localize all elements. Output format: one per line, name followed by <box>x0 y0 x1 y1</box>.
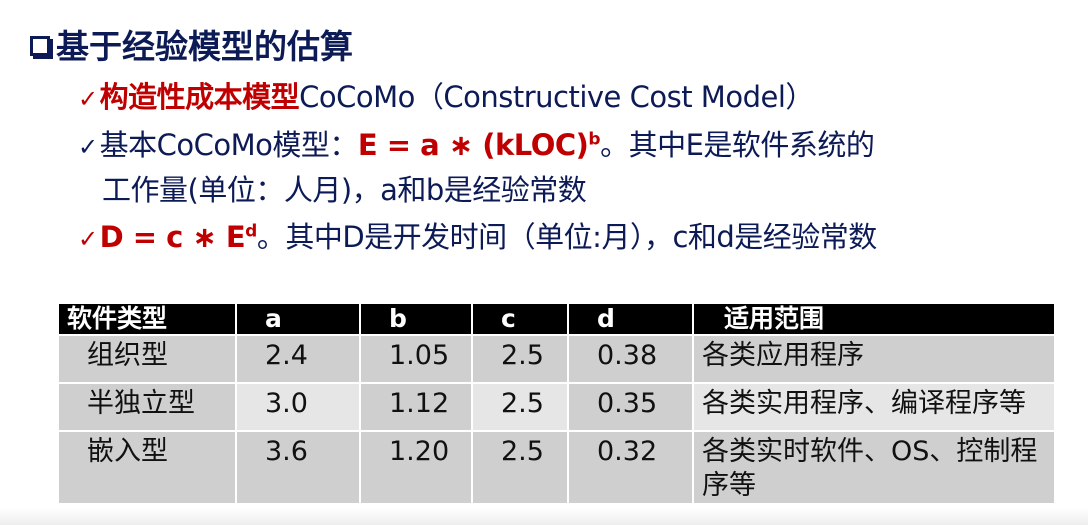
bullet-text: 。其中D是开发时间（单位:月），c和d是经验常数 <box>256 220 877 254</box>
cell: 1.12 <box>359 382 473 432</box>
bullet-2-continued: 工作量(单位：人月)，a和b是经验常数 <box>102 173 587 207</box>
cell: 2.4 <box>235 334 361 384</box>
cell: 1.20 <box>359 430 473 505</box>
table-row: 半独立型 3.0 1.12 2.5 0.35 各类实用程序、编译程序等 <box>57 382 1056 432</box>
formula: D = c ∗ E <box>99 220 246 254</box>
title-text: 基于经验模型的估算 <box>56 27 353 66</box>
formula: E = a ∗ (kLOC) <box>357 128 589 162</box>
header-cell: d <box>567 302 694 336</box>
bullet-text: 基本CoCoMo模型： <box>99 128 359 162</box>
header-cell: c <box>471 302 569 336</box>
bullet-text: CoCoMo（Constructive Cost Model） <box>299 80 814 114</box>
slide-bottom-edge <box>0 508 1088 525</box>
bullet-2: ✓基本CoCoMo模型：E = a ∗ (kLOC)b。其中E是软件系统的 <box>78 122 875 164</box>
cell: 嵌入型 <box>57 430 237 505</box>
bullet-1: ✓构造性成本模型CoCoMo（Constructive Cost Model） <box>78 74 814 116</box>
check-icon: ✓ <box>78 133 98 161</box>
cell: 半独立型 <box>57 382 237 432</box>
cell: 组织型 <box>57 334 237 384</box>
slide-title: 基于经验模型的估算 <box>30 20 353 68</box>
cocomo-table: 软件类型 a b c d 适用范围 组织型 2.4 1.05 2.5 0.38 … <box>57 302 1056 505</box>
header-cell: 适用范围 <box>692 302 1056 336</box>
cell: 3.0 <box>235 382 361 432</box>
check-icon: ✓ <box>78 225 98 253</box>
cell: 0.38 <box>567 334 694 384</box>
table-header: 软件类型 a b c d 适用范围 <box>57 302 1056 336</box>
cell: 2.5 <box>471 430 569 505</box>
cell: 各类应用程序 <box>692 334 1056 384</box>
formula-exponent: d <box>245 221 257 242</box>
square-bullet-icon <box>30 36 50 56</box>
cell: 0.35 <box>567 382 694 432</box>
bullet-text: 。其中E是软件系统的 <box>600 128 875 162</box>
cell: 1.05 <box>359 334 473 384</box>
cell: 3.6 <box>235 430 361 505</box>
table-row: 嵌入型 3.6 1.20 2.5 0.32 各类实时软件、OS、控制程序等 <box>57 430 1056 505</box>
header-cell: a <box>235 302 361 336</box>
cell: 2.5 <box>471 334 569 384</box>
cell: 各类实用程序、编译程序等 <box>692 382 1056 432</box>
bullet-3: ✓D = c ∗ Ed。其中D是开发时间（单位:月），c和d是经验常数 <box>78 214 877 256</box>
header-cell: b <box>359 302 473 336</box>
check-icon: ✓ <box>78 85 98 113</box>
cell: 2.5 <box>471 382 569 432</box>
header-cell: 软件类型 <box>57 302 237 336</box>
formula-exponent: b <box>588 129 601 150</box>
bullet-red-text: 构造性成本模型 <box>99 80 300 114</box>
cell: 0.32 <box>567 430 694 505</box>
table-row: 组织型 2.4 1.05 2.5 0.38 各类应用程序 <box>57 334 1056 384</box>
cell: 各类实时软件、OS、控制程序等 <box>692 430 1056 505</box>
